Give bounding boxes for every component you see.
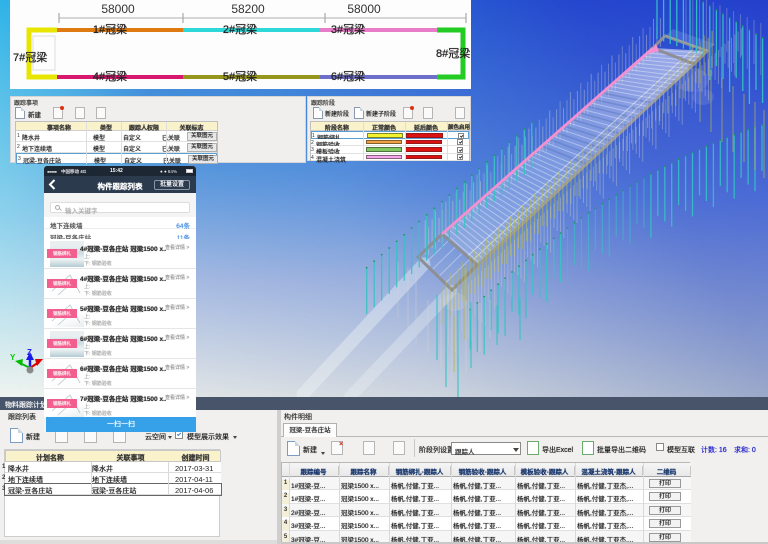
svg-text:Z: Z (27, 348, 32, 357)
svg-text:Y: Y (10, 353, 16, 362)
